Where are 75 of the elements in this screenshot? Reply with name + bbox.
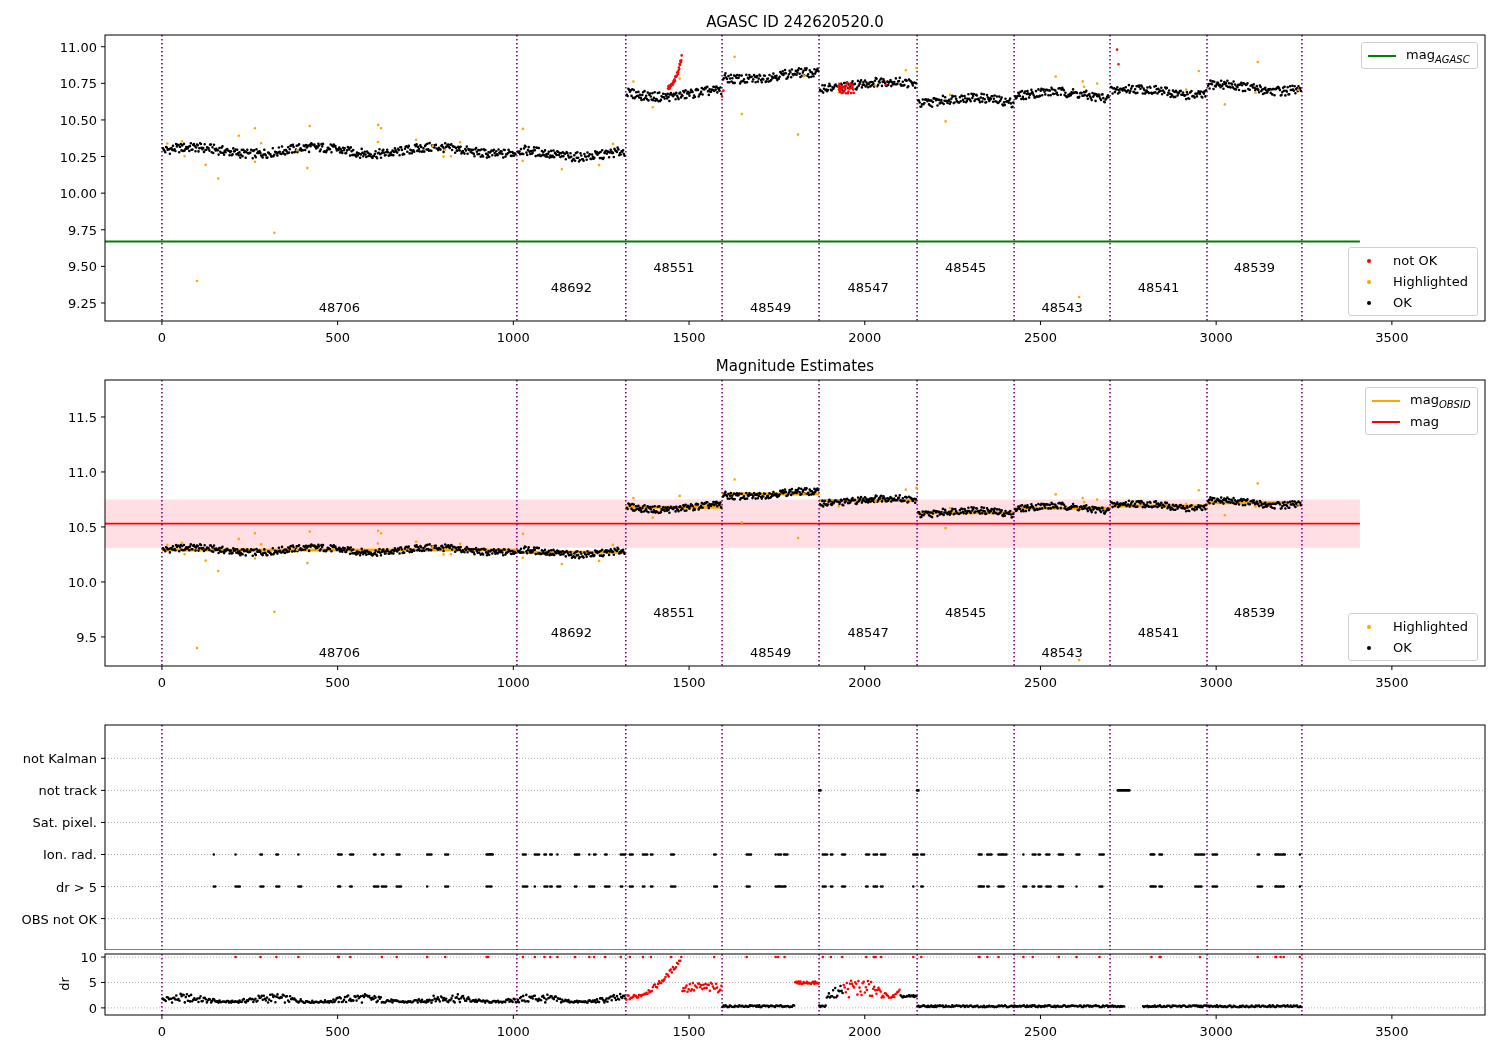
tick-label: 2000 <box>848 1024 882 1039</box>
legend-label: mag <box>1410 414 1439 429</box>
tick-label: 10.5 <box>68 519 97 535</box>
tick-label: 1000 <box>496 675 530 690</box>
obsid-label: 48706 <box>318 645 361 660</box>
tick-label: 3500 <box>1375 1024 1409 1039</box>
obsid-label: 48692 <box>550 625 592 640</box>
tick-label: 0 <box>157 675 167 690</box>
tick-label: 2000 <box>848 330 882 345</box>
tick-label: 500 <box>325 675 351 690</box>
tick-label: 10.25 <box>59 149 97 165</box>
tick-label: 3000 <box>1199 675 1233 690</box>
tick-label: 1500 <box>672 1024 706 1039</box>
legend-label: Highlighted <box>1393 619 1468 634</box>
tick-label: 1000 <box>496 1024 530 1039</box>
tick-label: 11.0 <box>68 464 97 480</box>
obsid-label: 48692 <box>550 280 592 295</box>
chart-title: AGASC ID 242620520.0 <box>706 13 884 31</box>
obsid-label: 48541 <box>1137 625 1180 640</box>
tick-label: 500 <box>325 330 351 345</box>
tick-label: 1500 <box>672 330 706 345</box>
obsid-label: 48541 <box>1137 280 1180 295</box>
tick-label: 0 <box>157 330 167 345</box>
tick-label: 5 <box>88 975 97 991</box>
tick-label: 3000 <box>1199 330 1233 345</box>
chart-title: Magnitude Estimates <box>715 357 875 375</box>
tick-label: 500 <box>325 1024 351 1039</box>
legend-label: mag$_{OBSID}$ <box>1410 391 1471 410</box>
tick-label: 3000 <box>1199 1024 1233 1039</box>
tick-label: 1000 <box>496 330 530 345</box>
legend-label: OK <box>1393 640 1412 655</box>
tick-label: 10 <box>80 950 97 966</box>
tick-label: not Kalman <box>22 751 97 767</box>
obsid-label: 48543 <box>1041 300 1083 315</box>
tick-label: Ion. rad. <box>43 847 97 863</box>
obsid-label: 48539 <box>1233 605 1276 620</box>
tick-label: dr > 5 <box>55 879 97 895</box>
legend-label: not OK <box>1393 253 1438 268</box>
obsid-label: 48545 <box>944 605 987 620</box>
obsid-label: 48551 <box>653 605 695 620</box>
tick-label: OBS not OK <box>21 911 97 927</box>
tick-label: 0 <box>157 1024 167 1039</box>
tick-label: 2500 <box>1023 1024 1057 1039</box>
legend-label: OK <box>1393 295 1412 310</box>
tick-label: 11.00 <box>59 39 97 55</box>
tick-label: 9.50 <box>68 259 97 275</box>
obsid-label: 48706 <box>318 300 361 315</box>
tick-label: 1500 <box>672 675 706 690</box>
tick-label: not track <box>38 783 97 799</box>
tick-label: 3500 <box>1375 330 1409 345</box>
obsid-label: 48549 <box>749 645 792 660</box>
tick-label: 9.5 <box>76 629 97 645</box>
axis-label: dr <box>57 977 72 991</box>
tick-label: 10.00 <box>59 186 97 202</box>
tick-label: 10.75 <box>59 76 97 92</box>
legend-label: mag$_{AGASC}$ <box>1406 46 1470 65</box>
obsid-label: 48547 <box>847 280 889 295</box>
obsid-label: 48547 <box>847 625 889 640</box>
obsid-label: 48539 <box>1233 260 1276 275</box>
tick-label: 11.5 <box>68 409 97 425</box>
tick-label: 9.25 <box>68 296 97 311</box>
legend-label: Highlighted <box>1393 274 1468 289</box>
tick-label: 3500 <box>1375 675 1409 690</box>
tick-label: 10.50 <box>59 112 97 128</box>
obsid-label: 48545 <box>944 260 987 275</box>
obsid-label: 48543 <box>1041 645 1083 660</box>
tick-label: 2500 <box>1023 330 1057 345</box>
tick-label: 2500 <box>1023 675 1057 690</box>
obsid-label: 48551 <box>653 260 695 275</box>
tick-label: 0 <box>88 1000 97 1016</box>
tick-label: Sat. pixel. <box>32 815 97 831</box>
obsid-label: 48549 <box>749 300 792 315</box>
tick-label: 10.0 <box>68 574 97 590</box>
tick-label: 2000 <box>848 675 882 690</box>
tick-label: 9.75 <box>68 222 97 238</box>
